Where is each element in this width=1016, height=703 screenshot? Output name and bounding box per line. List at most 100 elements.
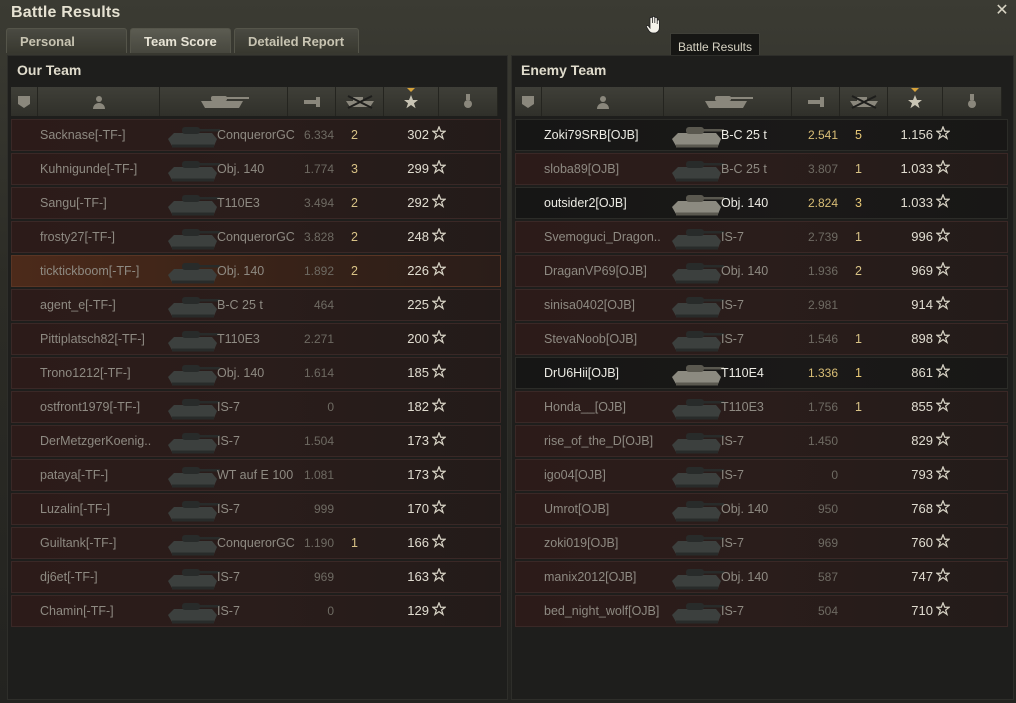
xp-value: 710	[911, 603, 933, 618]
player-name: dj6et[-TF-]	[40, 570, 98, 584]
table-row[interactable]: Svemoguci_Dragon.. IS-7 2.739 1 996	[515, 221, 1008, 253]
star-icon	[431, 329, 447, 344]
tab-detailed-report[interactable]: Detailed Report	[234, 28, 359, 53]
player-name: Zoki79SRB[OJB]	[544, 128, 639, 142]
damage-value: 1.756	[807, 400, 838, 414]
table-row[interactable]: DraganVP69[OJB] Obj. 140 1.936 2 969	[515, 255, 1008, 287]
tank-icon	[197, 95, 251, 109]
table-row[interactable]: sinisa0402[OJB] IS-7 2.981 914	[515, 289, 1008, 321]
table-row[interactable]: Honda__[OJB] T110E3 1.756 1 855	[515, 391, 1008, 423]
table-row[interactable]: DerMetzgerKoenig.. IS-7 1.504 173	[11, 425, 501, 457]
table-row[interactable]: Kuhnigunde[-TF-] Obj. 140 1.774 3 299	[11, 153, 501, 185]
table-row[interactable]: StevaNoob[OJB] IS-7 1.546 1 898	[515, 323, 1008, 355]
close-icon[interactable]: ✕	[992, 1, 1012, 21]
tank-icon	[162, 121, 222, 151]
header-vehicle[interactable]	[160, 87, 288, 116]
header-damage[interactable]	[288, 87, 336, 116]
xp-star-icon	[403, 94, 419, 110]
table-row[interactable]: DrU6Hii[OJB] T110E4 1.336 1 861	[515, 357, 1008, 389]
tab-team-score[interactable]: Team Score	[130, 28, 231, 53]
tank-icon	[666, 393, 726, 423]
table-row[interactable]: Pittiplatsch82[-TF-] T110E3 2.271 200	[11, 323, 501, 355]
table-row[interactable]: ticktickboom[-TF-] Obj. 140 1.892 2 226	[11, 255, 501, 287]
tank-icon	[666, 563, 726, 593]
player-name: sinisa0402[OJB]	[544, 298, 636, 312]
xp-value: 829	[911, 433, 933, 448]
header-vehicle[interactable]	[664, 87, 792, 116]
table-row[interactable]: Sangu[-TF-] T110E3 3.494 2 292	[11, 187, 501, 219]
player-icon	[596, 95, 610, 109]
table-row[interactable]: igo04[OJB] IS-7 0 793	[515, 459, 1008, 491]
table-row[interactable]: frosty27[-TF-] ConquerorGC 3.828 2 248	[11, 221, 501, 253]
damage-value: 6.334	[303, 128, 334, 142]
platoon-icon	[521, 95, 535, 109]
table-row[interactable]: rise_of_the_D[OJB] IS-7 1.450 829	[515, 425, 1008, 457]
tank-icon	[162, 325, 222, 355]
table-row[interactable]: zoki019[OJB] IS-7 969 760	[515, 527, 1008, 559]
table-row[interactable]: pataya[-TF-] WT auf E 100 1.081 173	[11, 459, 501, 491]
table-row[interactable]: Guiltank[-TF-] ConquerorGC 1.190 1 166	[11, 527, 501, 559]
header-medals[interactable]	[439, 87, 498, 116]
our-team-panel: Our Team Sacknase[-TF-] ConquerorGC 6.334 2…	[7, 55, 508, 700]
xp-value: 855	[911, 399, 933, 414]
table-row[interactable]: Sacknase[-TF-] ConquerorGC 6.334 2 302	[11, 119, 501, 151]
damage-value: 1.450	[807, 434, 838, 448]
window-title: Battle Results	[11, 4, 121, 21]
kills-value: 2	[351, 196, 358, 210]
player-name: Honda__[OJB]	[544, 400, 626, 414]
player-name: Trono1212[-TF-]	[40, 366, 131, 380]
xp-value: 170	[407, 501, 429, 516]
star-icon	[431, 499, 447, 514]
table-row[interactable]: Umrot[OJB] Obj. 140 950 768	[515, 493, 1008, 525]
xp-value: 173	[407, 433, 429, 448]
player-name: StevaNoob[OJB]	[544, 332, 638, 346]
table-row[interactable]: agent_e[-TF-] B-C 25 t 464 225	[11, 289, 501, 321]
damage-value: 2.541	[807, 128, 838, 142]
damage-value: 1.774	[303, 162, 334, 176]
table-row[interactable]: bed_night_wolf[OJB] IS-7 504 710	[515, 595, 1008, 627]
xp-value: 969	[911, 263, 933, 278]
tank-icon	[666, 291, 726, 321]
xp-value: 996	[911, 229, 933, 244]
tank-icon	[666, 325, 726, 355]
table-row[interactable]: Trono1212[-TF-] Obj. 140 1.614 185	[11, 357, 501, 389]
header-medals[interactable]	[943, 87, 1002, 116]
table-row[interactable]: Zoki79SRB[OJB] B-C 25 t 2.541 5 1.156	[515, 119, 1008, 151]
star-icon	[935, 363, 951, 378]
tab-bar: Personal Score Team Score Detailed Repor…	[6, 28, 359, 75]
damage-value: 1.546	[807, 332, 838, 346]
table-row[interactable]: ostfront1979[-TF-] IS-7 0 182	[11, 391, 501, 423]
damage-value: 3.828	[303, 230, 334, 244]
tank-icon	[666, 461, 726, 491]
damage-value: 1.336	[807, 366, 838, 380]
header-player[interactable]	[38, 87, 160, 116]
header-xp[interactable]	[384, 87, 439, 116]
damage-value: 3.494	[303, 196, 334, 210]
header-platoon[interactable]	[11, 87, 38, 116]
kills-value: 1	[855, 366, 862, 380]
kills-value: 3	[351, 162, 358, 176]
star-icon	[935, 125, 951, 140]
damage-value: 2.739	[807, 230, 838, 244]
header-kills[interactable]	[336, 87, 384, 116]
star-icon	[431, 363, 447, 378]
player-name: Luzalin[-TF-]	[40, 502, 111, 516]
player-name: manix2012[OJB]	[544, 570, 637, 584]
player-name: igo04[OJB]	[544, 468, 606, 482]
xp-value: 299	[407, 161, 429, 176]
table-row[interactable]: dj6et[-TF-] IS-7 969 163	[11, 561, 501, 593]
header-xp[interactable]	[888, 87, 943, 116]
damage-value: 3.807	[807, 162, 838, 176]
header-damage[interactable]	[792, 87, 840, 116]
header-platoon[interactable]	[515, 87, 542, 116]
table-row[interactable]: outsider2[OJB] Obj. 140 2.824 3 1.033	[515, 187, 1008, 219]
table-row[interactable]: manix2012[OJB] Obj. 140 587 747	[515, 561, 1008, 593]
xp-value: 225	[407, 297, 429, 312]
table-row[interactable]: Luzalin[-TF-] IS-7 999 170	[11, 493, 501, 525]
tab-personal-score[interactable]: Personal Score	[6, 28, 127, 75]
player-name: DerMetzgerKoenig..	[40, 434, 152, 448]
header-kills[interactable]	[840, 87, 888, 116]
header-player[interactable]	[542, 87, 664, 116]
table-row[interactable]: sloba89[OJB] B-C 25 t 3.807 1 1.033	[515, 153, 1008, 185]
table-row[interactable]: Chamin[-TF-] IS-7 0 129	[11, 595, 501, 627]
